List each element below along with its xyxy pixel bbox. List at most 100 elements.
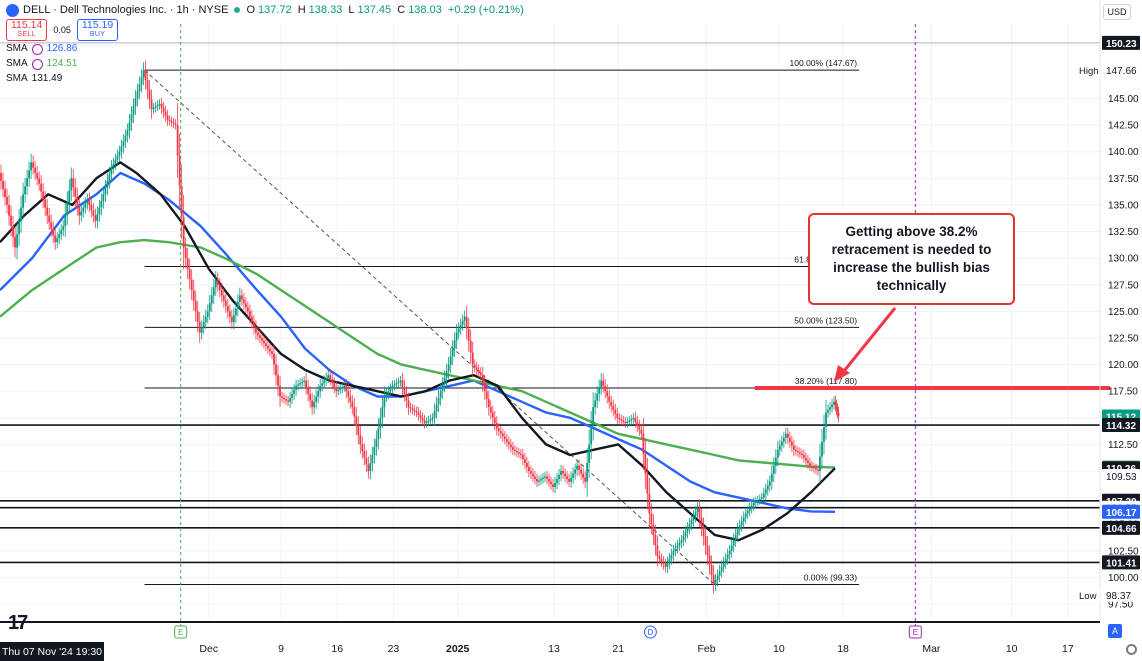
candle-body — [827, 409, 829, 413]
symbol-header[interactable]: DELL · Dell Technologies Inc. · 1h · NYS… — [6, 3, 527, 17]
candle-body — [594, 400, 597, 408]
candle-body — [102, 194, 105, 201]
candle-body — [44, 199, 47, 208]
candle-body — [738, 525, 741, 530]
candle-body — [419, 415, 422, 418]
currency-selector[interactable]: USD — [1103, 4, 1131, 20]
candle-body — [660, 558, 663, 562]
candle-body — [28, 170, 31, 179]
candle-body — [766, 485, 769, 490]
candle-body — [228, 311, 231, 317]
tradingview-logo-icon: 17 — [8, 612, 28, 634]
candle-body — [664, 564, 667, 567]
candle-body — [357, 425, 360, 436]
candle-body — [369, 463, 372, 471]
candle-body — [686, 528, 689, 533]
candle-body — [648, 493, 651, 514]
indicator-sma-1[interactable]: SMA 126.86 — [6, 42, 527, 56]
auto-scale-button[interactable]: A — [1108, 624, 1122, 638]
candle-body — [646, 473, 649, 494]
price-tick-label: 132.50 — [1108, 227, 1139, 238]
sell-button[interactable]: 115.14 SELL — [6, 19, 48, 41]
candle-body — [732, 540, 735, 546]
time-tick-label: 16 — [331, 643, 343, 655]
price-chart[interactable]: 100.00% (147.67)61.80% (129.21)50.00% (1… — [0, 0, 1142, 661]
indicator-sma-2[interactable]: SMA 124.51 — [6, 57, 527, 71]
candle-body — [706, 545, 709, 556]
candle-body — [654, 534, 657, 546]
time-tick-label: 21 — [612, 643, 624, 655]
candle-body — [536, 478, 538, 482]
candle-body — [383, 396, 386, 408]
buy-button[interactable]: 115.19 BUY — [76, 19, 119, 41]
candle-body — [511, 447, 514, 450]
candle-body — [445, 371, 448, 378]
candle-body — [590, 425, 593, 445]
candle-body — [491, 412, 494, 418]
candle-body — [481, 375, 484, 384]
candle-body — [399, 380, 402, 382]
price-tick-label: 100.00 — [1108, 573, 1139, 584]
chart-area[interactable]: 100.00% (147.67)61.80% (129.21)50.00% (1… — [0, 0, 1142, 661]
price-tick-label: 135.00 — [1108, 200, 1139, 211]
candle-body — [94, 215, 97, 221]
candle-body — [680, 540, 683, 543]
candle-body — [365, 457, 368, 465]
candle-body — [80, 211, 83, 216]
candle-body — [427, 420, 430, 422]
indicator-sma-3[interactable]: SMA 131.49 — [6, 72, 527, 86]
time-tick-label: 10 — [773, 643, 785, 655]
candle-body — [790, 441, 793, 446]
candle-body — [315, 396, 318, 402]
candle-body — [192, 290, 195, 301]
candle-body — [220, 290, 223, 296]
candle-body — [355, 416, 358, 426]
candle-body — [447, 364, 450, 372]
candle-body — [162, 107, 165, 112]
candle-body — [86, 199, 89, 204]
candle-body — [742, 517, 745, 522]
candle-body — [253, 322, 255, 328]
candle-body — [269, 348, 271, 352]
candle-body — [92, 210, 95, 216]
candle-body — [582, 473, 585, 478]
candle-body — [698, 508, 701, 518]
candle-body — [519, 453, 522, 456]
candle-body — [544, 476, 546, 478]
candle-body — [295, 385, 297, 390]
candle-body — [578, 465, 581, 470]
candle-body — [68, 190, 71, 203]
candle-body — [574, 469, 576, 474]
candle-body — [110, 167, 113, 175]
cursor-date-label: Thu 07 Nov '24 19:30 — [0, 642, 104, 661]
candle-body — [387, 391, 390, 394]
settings-icon[interactable] — [31, 58, 43, 70]
candle-body — [76, 196, 79, 207]
settings-icon[interactable] — [31, 43, 43, 55]
candle-body — [182, 216, 185, 248]
candle-body — [586, 463, 589, 482]
candle-body — [78, 206, 81, 216]
candle-body — [596, 393, 599, 401]
candle-body — [805, 457, 807, 461]
candle-body — [247, 307, 249, 312]
sma-line — [0, 238, 836, 469]
sma-line — [0, 171, 836, 513]
candle-body — [449, 356, 452, 365]
candle-body — [30, 162, 33, 171]
candle-body — [34, 167, 37, 173]
candle-body — [339, 388, 342, 390]
candle-body — [54, 235, 57, 243]
candle-body — [526, 463, 528, 468]
candle-body — [275, 364, 277, 376]
gear-icon[interactable] — [1126, 644, 1137, 655]
candle-body — [489, 407, 492, 413]
time-tick-label: 17 — [1062, 643, 1074, 655]
candle-body — [367, 464, 370, 471]
candle-body — [116, 155, 119, 160]
candle-body — [580, 469, 583, 474]
price-tag: Low — [1079, 591, 1097, 602]
candle-body — [42, 191, 45, 200]
candle-body — [329, 375, 332, 380]
candle-body — [710, 565, 713, 575]
